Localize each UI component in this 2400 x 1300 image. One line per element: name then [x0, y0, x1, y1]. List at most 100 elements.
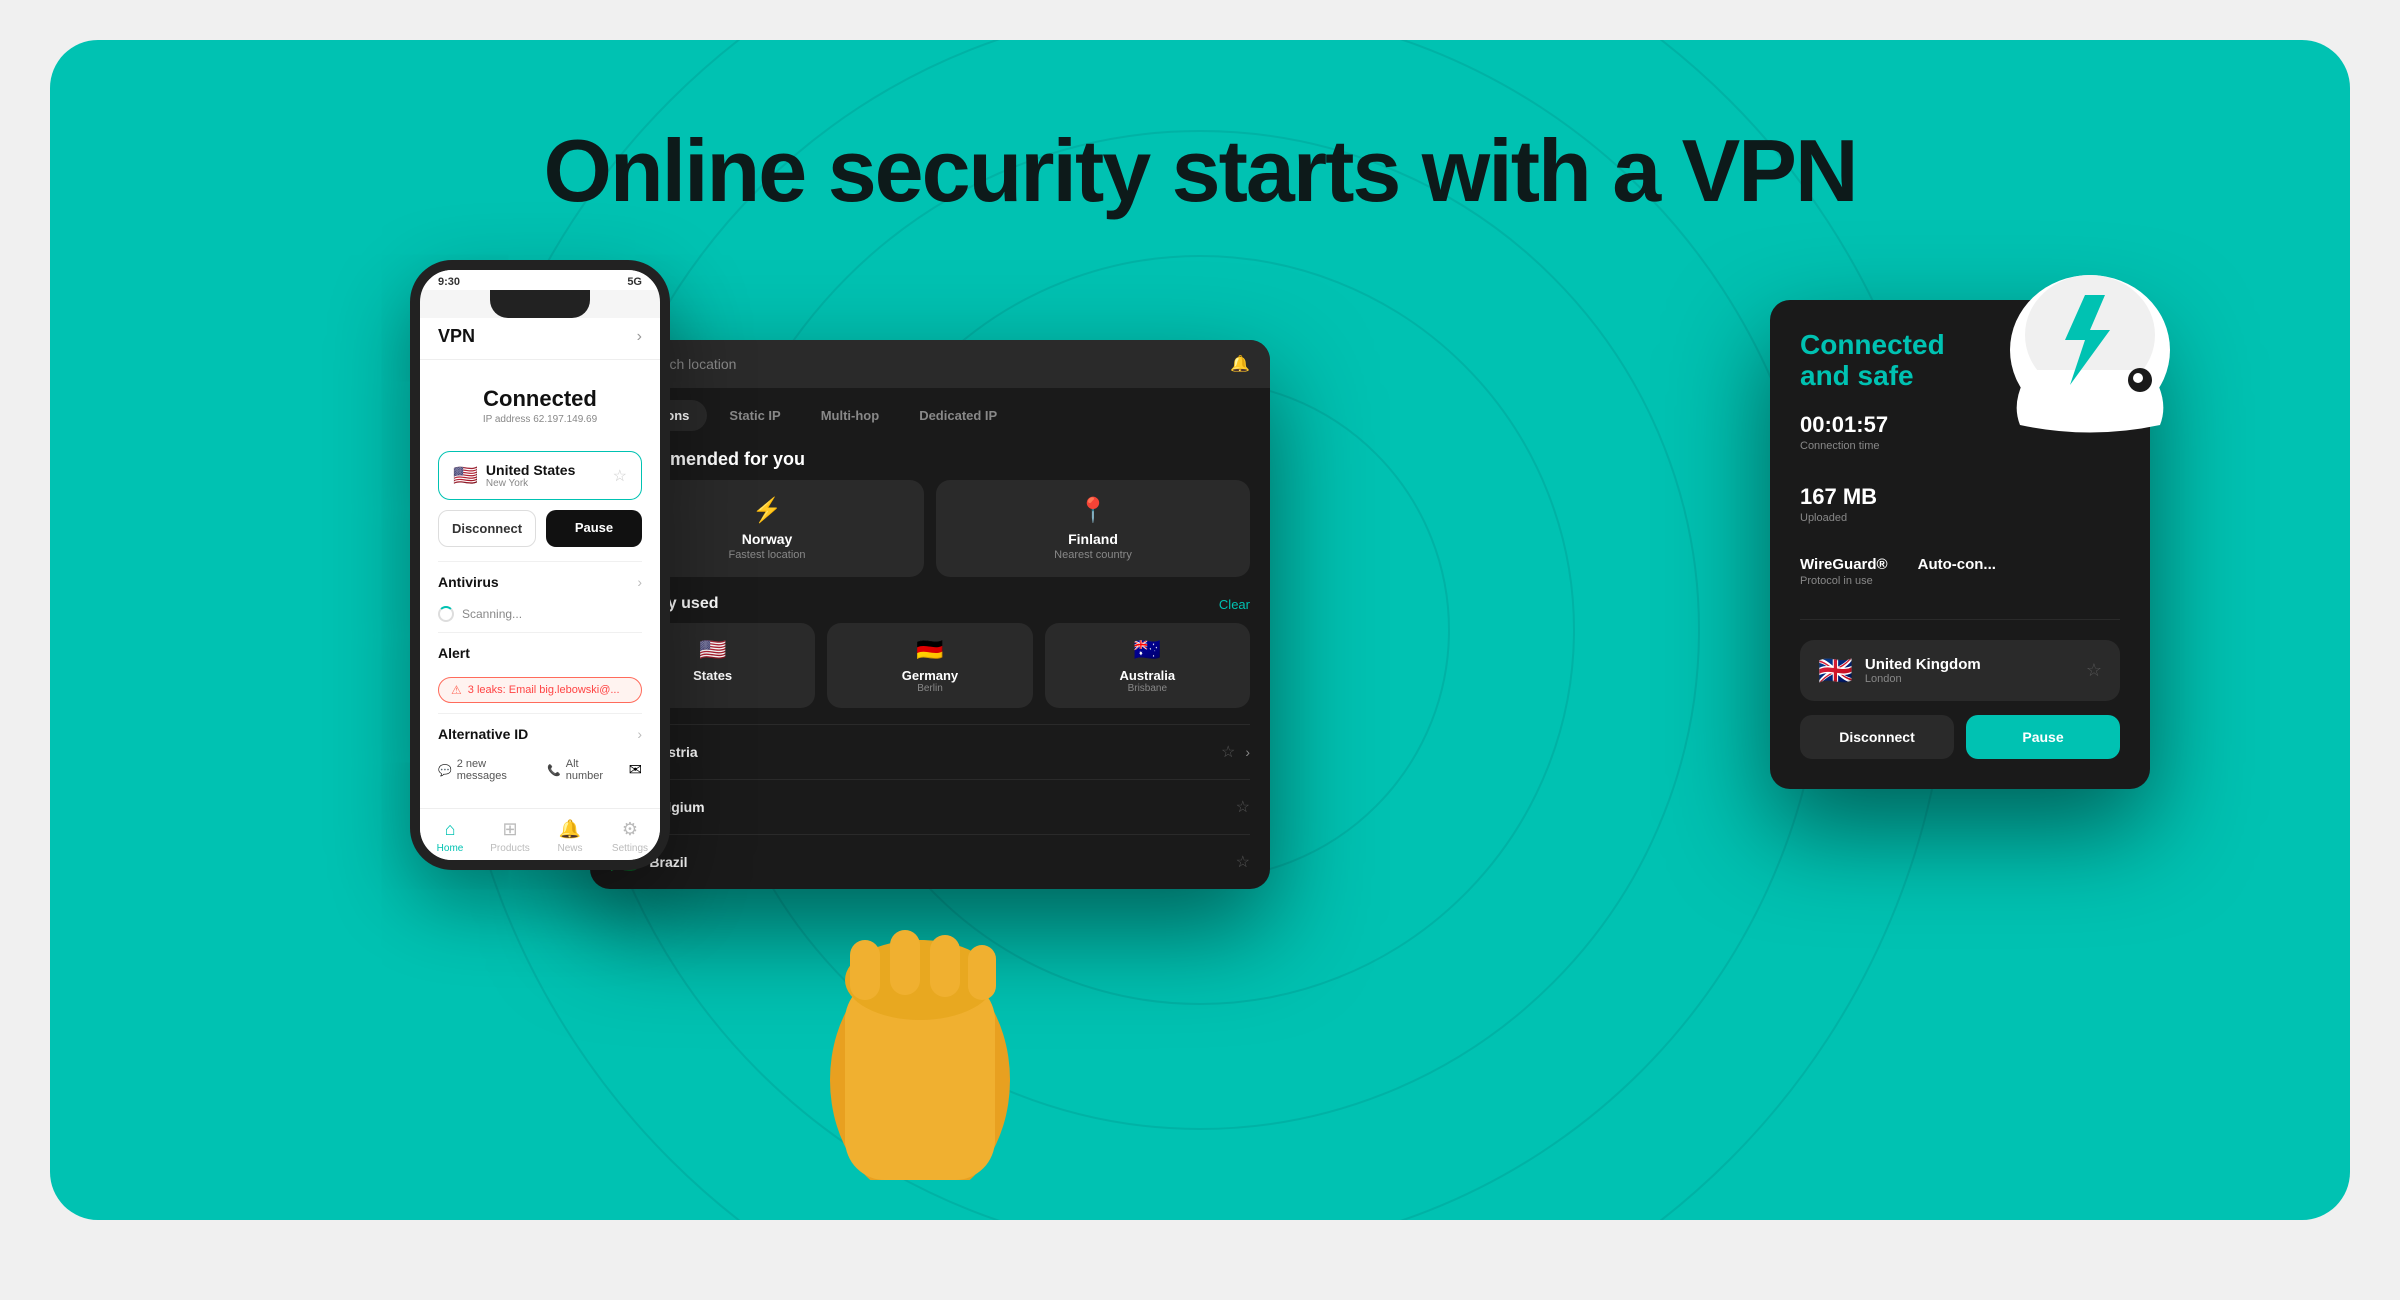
au-recent-name: Australia	[1059, 668, 1236, 683]
us-flag-icon: 🇺🇸	[453, 463, 478, 488]
finland-sub: Nearest country	[952, 549, 1234, 561]
phone-main-content: Connected IP address 62.197.149.69 🇺🇸 Un…	[420, 360, 660, 808]
phone-new-messages: 2 new messages	[457, 758, 533, 782]
de-recent-city: Berlin	[841, 683, 1018, 694]
rp-location-name: United Kingdom	[1865, 656, 1981, 673]
phone-signal: 5G	[627, 276, 642, 288]
de-recent-name: Germany	[841, 668, 1018, 683]
rp-protocol-value: WireGuard®	[1800, 556, 1888, 573]
phone-alert-section[interactable]: Alert	[438, 632, 642, 673]
be-star-icon[interactable]: ☆	[1236, 797, 1250, 817]
at-star-icon[interactable]: ☆	[1221, 742, 1235, 762]
settings-icon: ⚙	[622, 819, 638, 840]
phone-header: VPN ›	[420, 318, 660, 360]
tab-static-ip[interactable]: Static IP	[711, 400, 798, 431]
desktop-search-input[interactable]: Search location	[640, 356, 1220, 372]
rp-time-value: 00:01:57	[1800, 412, 1888, 438]
rp-pause-button[interactable]: Pause	[1966, 715, 2120, 759]
phone-alert-text: 3 leaks: Email big.lebowski@...	[468, 684, 620, 696]
phone-pause-button[interactable]: Pause	[546, 510, 642, 547]
tab-multihop[interactable]: Multi-hop	[803, 400, 897, 431]
rp-location-box[interactable]: 🇬🇧 United Kingdom London ☆	[1800, 640, 2120, 701]
de-recent-flag: 🇩🇪	[841, 637, 1018, 663]
rp-connection-time: 00:01:57 Connection time	[1800, 412, 1888, 452]
phone-screen: 9:30 5G VPN › Connected IP address 62.19…	[410, 260, 670, 870]
au-recent-flag: 🇦🇺	[1059, 637, 1236, 663]
phone-action-buttons: Disconnect Pause	[438, 510, 642, 547]
rp-action-buttons: Disconnect Pause	[1800, 715, 2120, 759]
phone-alt-id-label: Alternative ID	[438, 726, 528, 742]
rp-location-info: 🇬🇧 United Kingdom London	[1818, 654, 1981, 687]
phone-alert-label: Alert	[438, 645, 470, 661]
phone-status-bar: 9:30 5G	[420, 270, 660, 290]
phone-antivirus-chevron: ›	[637, 574, 642, 590]
phone-alt-id-chevron: ›	[637, 726, 642, 742]
page-headline: Online security starts with a VPN	[543, 120, 1856, 222]
au-recent-city: Brisbane	[1059, 683, 1236, 694]
nav-products-item[interactable]: ⊞ Products	[480, 819, 540, 854]
phone-location-name: United States	[486, 462, 575, 478]
nav-products-label: Products	[490, 843, 529, 854]
phone-antivirus-label: Antivirus	[438, 574, 499, 590]
rp-stats-row2: 167 MB Uploaded	[1800, 484, 2120, 540]
tab-dedicated-ip[interactable]: Dedicated IP	[901, 400, 1015, 431]
phone-disconnect-button[interactable]: Disconnect	[438, 510, 536, 547]
phone-connected-section: Connected IP address 62.197.149.69	[438, 376, 642, 441]
uk-flag-icon: 🇬🇧	[1818, 654, 1853, 687]
phone-alert-badge[interactable]: ⚠ 3 leaks: Email big.lebowski@...	[438, 677, 642, 703]
finland-name: Finland	[952, 531, 1234, 547]
phone-location-box[interactable]: 🇺🇸 United States New York ☆	[438, 451, 642, 500]
br-star-icon[interactable]: ☆	[1236, 852, 1250, 872]
helmet-illustration	[1990, 240, 2190, 445]
hand-illustration	[790, 780, 1050, 1180]
phone-icon: 📞	[547, 764, 561, 777]
phone-messages-item: 💬 2 new messages	[438, 758, 533, 782]
rp-divider	[1800, 619, 2120, 620]
rp-protocol: WireGuard® Protocol in use	[1800, 556, 1888, 587]
phone-alt-id-row: 💬 2 new messages 📞 Alt number ✉	[438, 754, 642, 792]
recent-germany[interactable]: 🇩🇪 Germany Berlin	[827, 623, 1032, 708]
nav-home-item[interactable]: ⌂ Home	[420, 819, 480, 854]
recent-australia[interactable]: 🇦🇺 Australia Brisbane	[1045, 623, 1250, 708]
phone-app-title: VPN	[438, 326, 475, 347]
phone-location-city: New York	[486, 478, 575, 489]
rp-disconnect-button[interactable]: Disconnect	[1800, 715, 1954, 759]
at-chevron-icon: ›	[1245, 744, 1250, 760]
rp-protocol-label: Protocol in use	[1800, 575, 1888, 587]
phone-nav-bar: ⌂ Home ⊞ Products 🔔 News ⚙ Settings	[420, 808, 660, 860]
nav-news-item[interactable]: 🔔 News	[540, 819, 600, 854]
rp-favorite-icon[interactable]: ☆	[2086, 660, 2102, 681]
rp-stats-row3: WireGuard® Protocol in use Auto-con...	[1800, 556, 2120, 603]
phone-alt-id-section[interactable]: Alternative ID ›	[438, 713, 642, 754]
nav-news-label: News	[557, 843, 582, 854]
email-icon: ✉	[629, 760, 642, 780]
bell-icon: 🔔	[1230, 354, 1250, 374]
right-connected-panel: Connected and safe 00:01:57 Connection t…	[1770, 300, 2150, 789]
news-icon: 🔔	[559, 819, 581, 840]
phone-ip-address: IP address 62.197.149.69	[438, 414, 642, 425]
phone-scanning-text: Scanning...	[462, 607, 522, 621]
rec-card-finland[interactable]: 📍 Finland Nearest country	[936, 480, 1250, 577]
nav-settings-label: Settings	[612, 843, 648, 854]
rp-autoconnect-value: Auto-con...	[1918, 556, 1996, 573]
rp-autoconnect: Auto-con...	[1918, 556, 1996, 587]
rp-location-city: London	[1865, 673, 1981, 685]
nav-settings-item[interactable]: ⚙ Settings	[600, 819, 660, 854]
phone-alt-number-label: Alt number	[566, 758, 615, 782]
alert-warning-icon: ⚠	[451, 683, 462, 697]
phone-antivirus-section[interactable]: Antivirus ›	[438, 561, 642, 602]
phone-alt-number-item: 📞 Alt number	[547, 758, 615, 782]
phone-scanning-row: Scanning...	[438, 602, 642, 632]
phone-notch	[490, 290, 590, 318]
phone-connected-title: Connected	[438, 386, 642, 412]
home-icon: ⌂	[445, 819, 456, 840]
scanning-spinner-icon	[438, 606, 454, 622]
phone-favorite-icon[interactable]: ☆	[613, 466, 627, 486]
desktop-clear-button[interactable]: Clear	[1219, 597, 1250, 612]
products-icon: ⊞	[502, 819, 517, 840]
rp-uploaded: 167 MB Uploaded	[1800, 484, 1877, 524]
message-icon: 💬	[438, 764, 452, 777]
main-container: Online security starts with a VPN 9:30 5…	[50, 40, 2350, 1220]
rp-upload-label: Uploaded	[1800, 512, 1877, 524]
phone-location-info: 🇺🇸 United States New York	[453, 462, 575, 489]
